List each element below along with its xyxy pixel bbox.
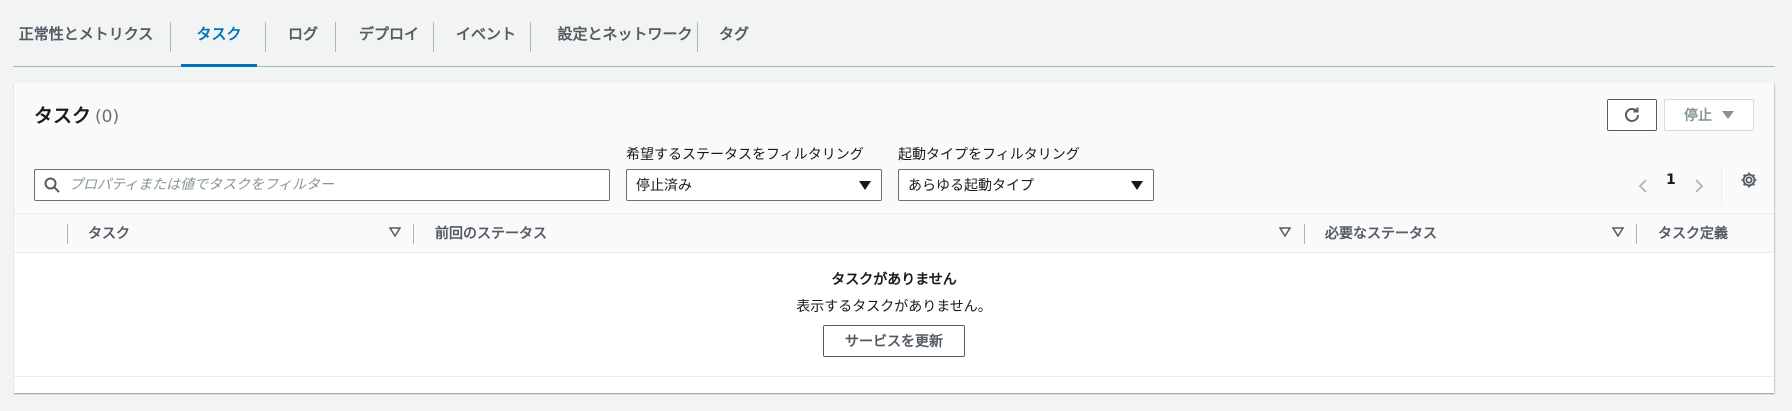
pagination-divider: [1721, 167, 1722, 205]
panel-header: タスク(0) 停止 希望するステータスをフィルタリング 停止済み 起動タイプをフ…: [14, 83, 1774, 213]
gear-icon[interactable]: [1740, 171, 1758, 189]
search-icon: [44, 177, 60, 193]
desired-status-filter-label: 希望するステータスをフィルタリング: [626, 147, 864, 163]
caret-down-icon: [1722, 111, 1734, 119]
tab-divider: [265, 22, 266, 52]
column-header-task-definition[interactable]: タスク定義: [1658, 214, 1728, 252]
tab-divider: [335, 22, 336, 52]
update-service-button[interactable]: サービスを更新: [823, 325, 965, 357]
column-divider: [67, 224, 68, 244]
tab-tasks[interactable]: タスク: [181, 0, 257, 67]
tab-bar: 正常性とメトリクス タスク ログ デプロイ イベント 設定とネットワーク タグ: [13, 0, 1775, 67]
tab-divider: [697, 22, 698, 52]
desired-status-value: 停止済み: [636, 178, 692, 194]
tab-configuration-networking[interactable]: 設定とネットワーク: [540, 0, 710, 66]
tab-health-metrics[interactable]: 正常性とメトリクス: [15, 0, 157, 66]
panel-title: タスク (0): [34, 101, 119, 128]
sort-icon[interactable]: [1612, 227, 1624, 237]
empty-state-description: 表示するタスクがありません。: [796, 299, 992, 315]
launch-type-filter-label: 起動タイプをフィルタリング: [898, 147, 1080, 163]
sort-icon[interactable]: [389, 227, 401, 237]
tab-logs[interactable]: ログ: [275, 0, 331, 66]
previous-page-icon[interactable]: [1638, 179, 1648, 193]
sort-icon[interactable]: [1279, 227, 1291, 237]
column-divider: [1304, 224, 1305, 244]
tab-divider: [170, 22, 171, 52]
table-header: タスク 前回のステータス 必要なステータス タスク定義: [14, 213, 1774, 253]
column-header-task[interactable]: タスク: [88, 214, 130, 252]
current-page[interactable]: 1: [1666, 172, 1676, 188]
search-field[interactable]: [34, 169, 610, 201]
launch-type-select[interactable]: あらゆる起動タイプ: [898, 169, 1154, 201]
next-page-icon[interactable]: [1694, 179, 1704, 193]
stop-button-label: 停止: [1684, 108, 1712, 124]
table-footer-divider: [14, 376, 1774, 377]
desired-status-select[interactable]: 停止済み: [626, 169, 882, 201]
tab-deployments[interactable]: デプロイ: [345, 0, 433, 66]
caret-down-icon: [1131, 181, 1143, 190]
search-input[interactable]: [69, 170, 599, 200]
tasks-panel: タスク(0) 停止 希望するステータスをフィルタリング 停止済み 起動タイプをフ…: [14, 83, 1774, 393]
empty-state-title: タスクがありません: [831, 272, 957, 288]
stop-button[interactable]: 停止: [1664, 99, 1754, 131]
tab-events[interactable]: イベント: [443, 0, 529, 66]
caret-down-icon: [859, 181, 871, 190]
column-header-last-status[interactable]: 前回のステータス: [435, 214, 547, 252]
tab-tags[interactable]: タグ: [707, 0, 761, 66]
panel-title-text: タスク: [34, 105, 92, 127]
refresh-icon: [1625, 107, 1639, 122]
column-header-desired-status[interactable]: 必要なステータス: [1325, 214, 1437, 252]
task-count: (0): [95, 107, 120, 127]
launch-type-value: あらゆる起動タイプ: [908, 178, 1034, 194]
column-divider: [1636, 224, 1637, 244]
refresh-button[interactable]: [1607, 99, 1657, 131]
column-divider: [413, 224, 414, 244]
tab-divider: [530, 22, 531, 52]
tab-divider: [433, 22, 434, 52]
